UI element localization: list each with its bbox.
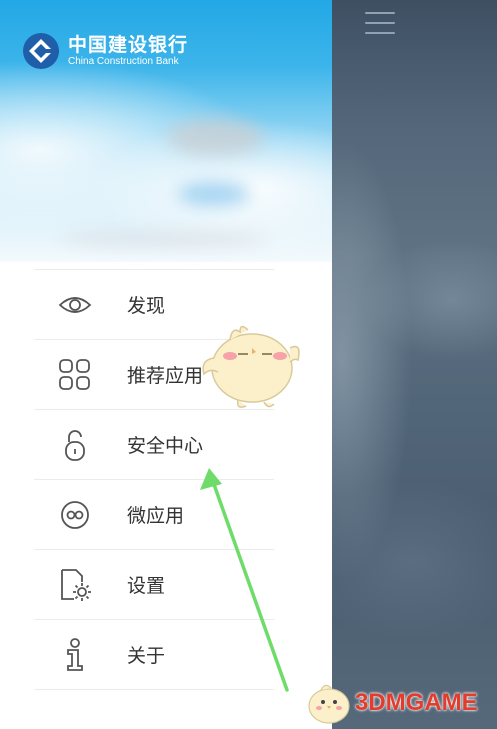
- menu-item-label: 安全中心: [127, 435, 204, 457]
- settings-doc-icon: [58, 568, 92, 602]
- eye-icon: [58, 288, 92, 322]
- info-person-icon: [58, 637, 92, 672]
- menu-item-label: 设置: [127, 575, 166, 597]
- menu-item-about[interactable]: 关于: [34, 619, 274, 690]
- bank-name-cn: 中国建设银行: [68, 34, 189, 56]
- blurred-subtitle: [60, 232, 270, 246]
- watermark-text: 3DMGAME: [355, 689, 478, 716]
- watermark-mascot-icon: [308, 684, 350, 724]
- chick-mascot-icon: [202, 325, 300, 408]
- hamburger-menu-icon[interactable]: [365, 12, 395, 34]
- grid-icon: [58, 358, 92, 392]
- blurred-username: [168, 118, 263, 156]
- menu-item-label: 推荐应用: [127, 365, 204, 387]
- bank-logo: 中国建设银行 China Construction Bank: [22, 32, 188, 70]
- infinity-icon: [58, 498, 92, 532]
- menu-item-micro-apps[interactable]: 微应用: [34, 479, 274, 549]
- main-content-blurred[interactable]: [332, 0, 497, 729]
- watermark: 3DMGAME: [303, 680, 478, 726]
- menu-item-label: 微应用: [127, 505, 185, 527]
- bank-name-en: China Construction Bank: [68, 56, 179, 67]
- menu-item-label: 发现: [127, 295, 166, 317]
- blurred-background: [332, 0, 497, 729]
- blurred-login-button[interactable]: [178, 182, 250, 206]
- lock-icon: [58, 428, 92, 462]
- side-drawer: 中国建设银行 China Construction Bank 发现 推荐应用 安…: [0, 0, 332, 729]
- menu-item-settings[interactable]: 设置: [34, 549, 274, 619]
- ccb-logo-icon: [23, 33, 59, 69]
- menu-item-security-center[interactable]: 安全中心: [34, 409, 274, 479]
- menu-item-label: 关于: [127, 645, 166, 667]
